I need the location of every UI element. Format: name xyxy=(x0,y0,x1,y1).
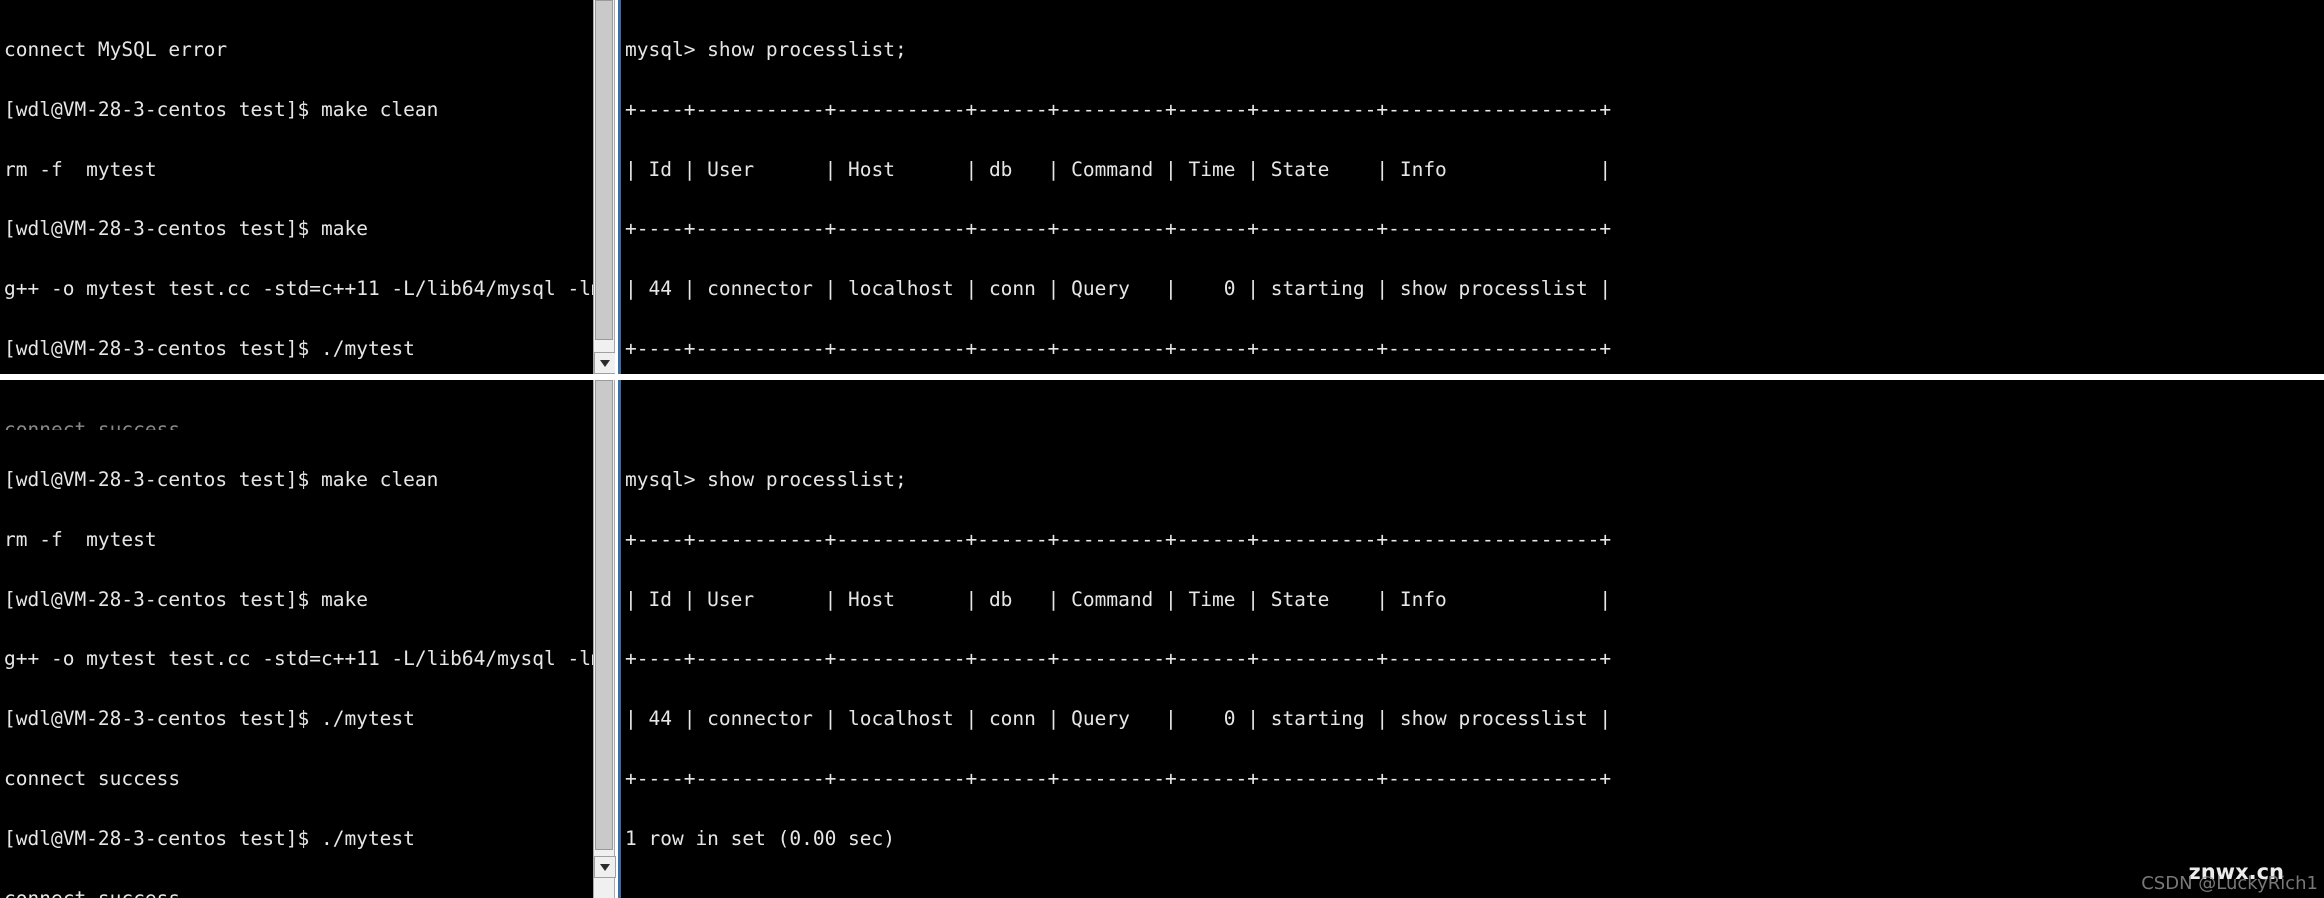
terminal-line: g++ -o mytest test.cc -std=c++11 -L/lib6… xyxy=(4,647,593,671)
mysql-table-border: +----+-----------+-----------+------+---… xyxy=(625,767,1612,791)
shell-terminal-bottom[interactable]: connect success [wdl@VM-28-3-centos test… xyxy=(0,380,593,898)
mysql-table-border: +----+-----------+-----------+------+---… xyxy=(625,217,1612,241)
scrollbar-top[interactable] xyxy=(593,0,616,374)
mysql-line: mysql> show processlist; xyxy=(625,467,907,491)
terminal-line: connect success xyxy=(0,888,593,898)
scrollbar-thumb[interactable] xyxy=(595,380,613,850)
terminal-line: connect MySQL error xyxy=(4,37,228,61)
mysql-table-header: | Id | User | Host | db | Command | Time… xyxy=(625,587,1612,611)
terminal-line: [wdl@VM-28-3-centos test]$ make xyxy=(4,217,368,241)
terminal-line: rm -f mytest xyxy=(4,527,157,551)
screenshot-root: connect MySQL error [wdl@VM-28-3-centos … xyxy=(0,0,2324,898)
mysql-table-border: +----+-----------+-----------+------+---… xyxy=(625,527,1612,551)
mysql-table-header: | Id | User | Host | db | Command | Time… xyxy=(625,157,1612,181)
mysql-table-row: | 44 | connector | localhost | conn | Qu… xyxy=(625,277,1612,301)
mysql-table-row: | 44 | connector | localhost | conn | Qu… xyxy=(625,707,1612,731)
terminal-line: g++ -o mytest test.cc -std=c++11 -L/lib6… xyxy=(4,277,593,301)
pane-divider-vertical-top xyxy=(615,0,618,374)
chevron-down-icon xyxy=(600,359,610,367)
chevron-down-icon xyxy=(600,863,610,871)
watermark-author: CSDN @LuckyRich1 xyxy=(2141,873,2318,894)
mysql-line: mysql> show processlist; xyxy=(625,37,907,61)
mysql-client-top[interactable]: mysql> show processlist; +----+---------… xyxy=(618,0,2324,374)
terminal-line: [wdl@VM-28-3-centos test]$ ./mytest xyxy=(4,826,415,850)
terminal-line: [wdl@VM-28-3-centos test]$ make clean xyxy=(4,97,439,121)
terminal-clipped-line: connect success xyxy=(0,420,593,430)
terminal-line: rm -f mytest xyxy=(4,157,157,181)
mysql-client-bottom[interactable]: mysql> show processlist; +----+---------… xyxy=(618,380,2324,898)
scroll-down-button[interactable] xyxy=(594,856,616,878)
scroll-down-button[interactable] xyxy=(594,352,616,374)
mysql-table-border: +----+-----------+-----------+------+---… xyxy=(625,337,1612,361)
mysql-table-border: +----+-----------+-----------+------+---… xyxy=(625,647,1612,671)
scrollbar-bottom[interactable] xyxy=(593,380,616,898)
scrollbar-thumb[interactable] xyxy=(595,0,613,340)
shell-terminal-top[interactable]: connect MySQL error [wdl@VM-28-3-centos … xyxy=(0,0,593,374)
mysql-result-summary: 1 row in set (0.00 sec) xyxy=(625,826,896,850)
terminal-line: [wdl@VM-28-3-centos test]$ make clean xyxy=(4,467,439,491)
terminal-line: connect success xyxy=(4,767,181,791)
watermark: znwx.cn CSDN @LuckyRich1 xyxy=(2024,852,2324,898)
terminal-line: [wdl@VM-28-3-centos test]$ make xyxy=(4,587,368,611)
mysql-table-border: +----+-----------+-----------+------+---… xyxy=(625,97,1612,121)
terminal-line: [wdl@VM-28-3-centos test]$ ./mytest xyxy=(4,337,415,361)
mysql-spacer-line xyxy=(621,420,2324,430)
terminal-line: [wdl@VM-28-3-centos test]$ ./mytest xyxy=(4,707,415,731)
